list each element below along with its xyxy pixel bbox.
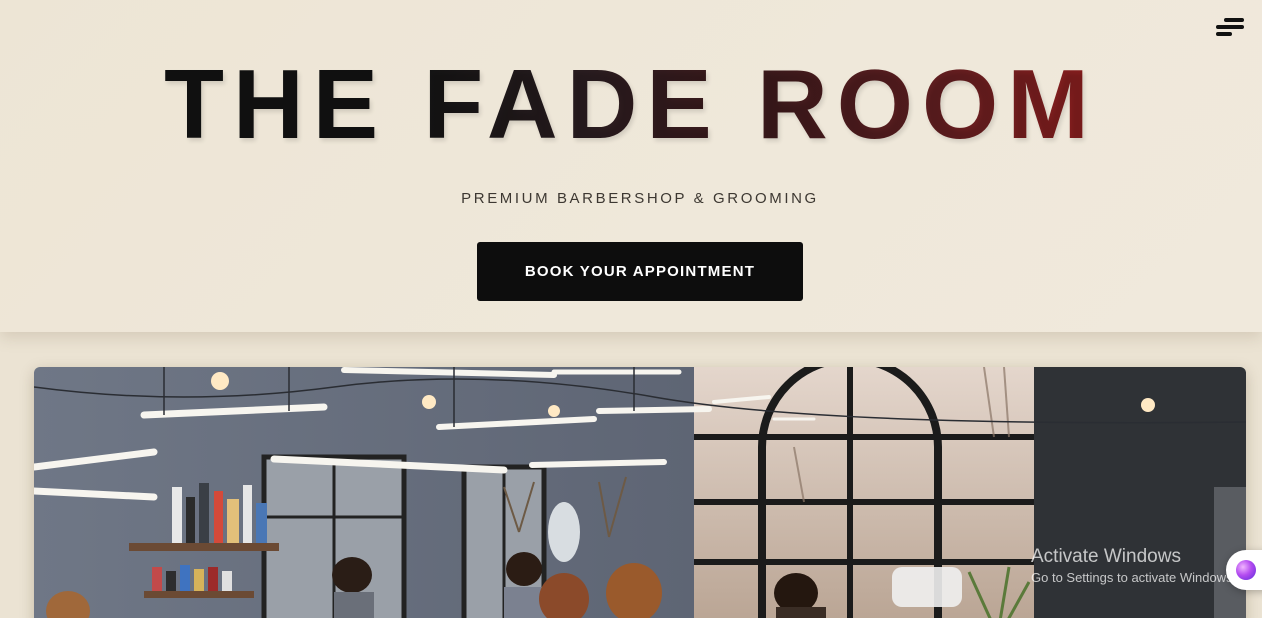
brand-title-word-room: ROOM (756, 49, 1098, 159)
brand-title: THE FADE ROOM (0, 52, 1262, 156)
watermark-title: Activate Windows (1031, 546, 1181, 567)
assistant-chat-icon (1236, 560, 1256, 580)
book-appointment-button[interactable]: BOOK YOUR APPOINTMENT (477, 242, 803, 301)
windows-activation-watermark: Activate Windows Go to Settings to activ… (1031, 545, 1236, 587)
tagline: PREMIUM BARBERSHOP & GROOMING (461, 190, 819, 207)
brand-title-word-the: THE (164, 49, 388, 159)
assistant-chat-button[interactable] (1226, 550, 1262, 590)
brand-title-word-fade: FADE (423, 49, 721, 159)
hamburger-menu-icon[interactable] (1212, 16, 1248, 42)
watermark-subtitle: Go to Settings to activate Windows. (1031, 570, 1237, 585)
hero-section: THE FADE ROOM PREMIUM BARBERSHOP & GROOM… (0, 0, 1262, 332)
